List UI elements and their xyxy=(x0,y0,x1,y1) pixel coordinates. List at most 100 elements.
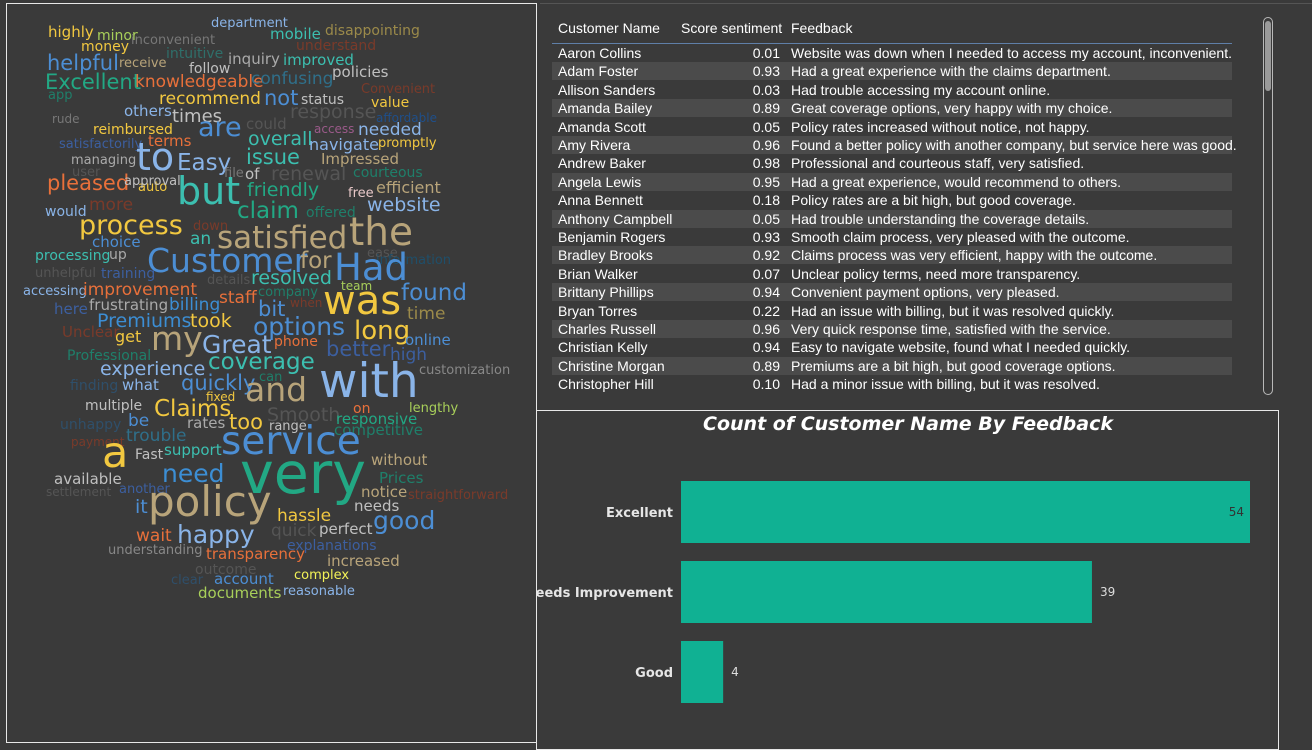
wordcloud-word[interactable]: accessing xyxy=(23,285,87,298)
wordcloud-word[interactable]: rates xyxy=(187,416,225,431)
cell-customer-name: Amy Rivera xyxy=(558,137,631,153)
wordcloud-word[interactable]: transparency xyxy=(206,547,305,562)
table-scroll-thumb[interactable] xyxy=(1265,21,1271,91)
wordcloud-word[interactable]: unhelpful xyxy=(35,267,96,280)
wordcloud-word[interactable]: receive xyxy=(119,57,167,70)
wordcloud-word[interactable]: are xyxy=(198,114,242,141)
table-row[interactable]: Amanda Bailey 0.89 Great coverage options,… xyxy=(552,99,1232,118)
wordcloud-word[interactable]: others xyxy=(124,104,172,119)
table-row[interactable]: Anthony Campbell 0.05 Had trouble understa… xyxy=(552,209,1232,228)
wordcloud-word[interactable]: it xyxy=(135,498,148,517)
wordcloud-word[interactable]: access xyxy=(314,123,354,135)
wordcloud-word[interactable]: rude xyxy=(52,113,80,125)
wordcloud-word[interactable]: up xyxy=(109,248,127,262)
wordcloud-word[interactable]: understanding xyxy=(108,544,203,557)
table-row[interactable]: Allison Sanders 0.03 Had trouble accessing… xyxy=(552,81,1232,99)
wordcloud-word[interactable]: staff xyxy=(219,290,257,307)
wordcloud-word[interactable]: policies xyxy=(332,65,389,80)
wordcloud-word[interactable]: what xyxy=(122,378,159,393)
wordcloud-word[interactable]: customization xyxy=(419,364,510,377)
wordcloud-word[interactable]: but xyxy=(177,172,240,210)
wordcloud-word[interactable]: Unclear xyxy=(62,325,120,340)
wordcloud-word[interactable]: without xyxy=(371,453,427,468)
wordcloud-word[interactable]: documents xyxy=(198,586,282,601)
wordcloud-word[interactable]: perfect xyxy=(319,522,373,537)
wordcloud-word[interactable]: settlement xyxy=(46,486,111,498)
wordcloud-word[interactable]: my xyxy=(151,322,203,355)
table-row[interactable]: Aaron Collins 0.01 Website was down when I… xyxy=(552,44,1232,62)
cell-score-sentiment: 0.07 xyxy=(752,265,780,282)
cell-feedback: Had trouble understanding the coverage d… xyxy=(791,210,1090,227)
wordcloud-word[interactable]: support xyxy=(164,443,222,458)
cell-customer-name: Benjamin Rogers xyxy=(558,229,666,245)
cell-customer-name: Bryan Torres xyxy=(558,302,638,319)
cell-customer-name: Bradley Brooks xyxy=(558,247,653,264)
wordcloud-word[interactable]: a xyxy=(102,432,128,475)
table-row[interactable]: Andrew Baker 0.98 Professional and courteo… xyxy=(552,154,1232,172)
wordcloud-word[interactable]: Fast xyxy=(135,448,163,462)
wordcloud-word[interactable]: processing xyxy=(35,249,110,263)
wordcloud-word[interactable]: pleased xyxy=(47,173,129,194)
cell-score-sentiment: 0.01 xyxy=(752,45,780,61)
table-row[interactable]: Brittany Phillips 0.94 Convenient payment … xyxy=(552,283,1232,302)
table-row[interactable]: Bryan Torres 0.22 Had an issue with billin… xyxy=(552,302,1232,320)
table-row[interactable]: Adam Foster 0.93 Had a great experience wi… xyxy=(552,62,1232,81)
header-score-sentiment[interactable]: Score sentiment xyxy=(681,20,782,36)
table-row[interactable]: Christopher Hill 0.10 Had a minor issue wi… xyxy=(552,375,1232,393)
cell-feedback: Found a better policy with another compa… xyxy=(791,137,1237,153)
wordcloud-word[interactable]: and xyxy=(245,373,307,406)
table-row[interactable]: Amy Rivera 0.96 Found a better policy with… xyxy=(552,136,1237,154)
cell-customer-name: Brittany Phillips xyxy=(558,284,654,301)
wordcloud-word[interactable]: phone xyxy=(274,335,318,349)
wordcloud-word[interactable]: policy xyxy=(148,481,272,523)
table-row[interactable]: Amanda Scott 0.05 Policy rates increased w… xyxy=(552,118,1232,136)
table-row[interactable]: Christine Morgan 0.89 Premiums are a bit h… xyxy=(552,356,1232,375)
wordcloud-word[interactable]: promptly xyxy=(378,137,437,150)
wordcloud-word[interactable]: complex xyxy=(294,569,349,582)
cell-customer-name: Allison Sanders xyxy=(558,81,656,98)
chart-bar[interactable] xyxy=(681,561,1092,623)
wordcloud-word[interactable]: app xyxy=(48,89,72,102)
wordcloud-word[interactable]: inquiry xyxy=(228,52,280,67)
wordcloud-word[interactable]: highly xyxy=(48,25,94,40)
cell-score-sentiment: 0.89 xyxy=(752,100,780,117)
cell-score-sentiment: 0.05 xyxy=(752,118,780,135)
wordcloud-word[interactable]: approval xyxy=(124,175,181,188)
table-row[interactable]: Anna Bennett 0.18 Policy rates are a bit h… xyxy=(552,191,1232,209)
wordcloud-word[interactable]: with xyxy=(319,358,419,405)
table-row[interactable]: Angela Lewis 0.95 Had a great experience, … xyxy=(552,172,1232,191)
wordcloud-word[interactable]: time xyxy=(407,306,445,323)
chart-bar[interactable] xyxy=(681,641,724,703)
wordcloud-word[interactable]: increased xyxy=(327,554,400,569)
table-row[interactable]: Brian Walker 0.07 Unclear policy terms, ne… xyxy=(552,265,1232,283)
cell-customer-name: Adam Foster xyxy=(558,63,639,80)
wordcloud-word[interactable]: intuitive xyxy=(166,47,223,61)
table-row[interactable]: Benjamin Rogers 0.93 Smooth claim process,… xyxy=(552,228,1232,246)
wordcloud-word[interactable]: good xyxy=(373,508,435,533)
wordcloud-word[interactable]: finding xyxy=(70,379,118,393)
wordcloud-word[interactable]: details xyxy=(207,274,250,287)
table-row[interactable]: Christian Kelly 0.94 Easy to navigate webs… xyxy=(552,338,1232,356)
wordcloud-word[interactable]: found xyxy=(401,282,467,305)
wordcloud-word[interactable]: disappointing xyxy=(325,24,420,38)
cell-feedback: Premiums are a bit high, but good covera… xyxy=(791,357,1116,374)
wordcloud-word[interactable]: value xyxy=(371,96,409,110)
wordcloud-word[interactable]: to xyxy=(136,138,174,176)
chart-bar[interactable] xyxy=(681,481,1250,543)
wordcloud-word[interactable]: straightforward xyxy=(408,489,508,502)
wordcloud-word[interactable]: here xyxy=(54,302,88,317)
cell-customer-name: Christopher Hill xyxy=(558,376,654,393)
wordcloud-word[interactable]: training xyxy=(101,267,155,281)
cell-feedback: Had a great experience, would recommend … xyxy=(791,173,1121,190)
table-row[interactable]: Bradley Brooks 0.92 Claims process was ver… xyxy=(552,246,1232,265)
wordcloud-word[interactable]: reasonable xyxy=(283,585,355,598)
cell-customer-name: Christian Kelly xyxy=(558,339,648,356)
table-row[interactable]: Charles Russell 0.96 Very quick response t… xyxy=(552,320,1232,338)
wordcloud-word[interactable]: get xyxy=(115,329,141,345)
header-customer-name[interactable]: Customer Name xyxy=(558,20,660,36)
chart-category-label: Excellent xyxy=(606,506,673,521)
header-feedback[interactable]: Feedback xyxy=(791,20,852,36)
wordcloud-word[interactable]: when xyxy=(290,297,322,309)
cell-feedback: Policy rates increased without notice, n… xyxy=(791,118,1090,135)
wordcloud-word[interactable]: satisfactorily xyxy=(59,138,142,151)
